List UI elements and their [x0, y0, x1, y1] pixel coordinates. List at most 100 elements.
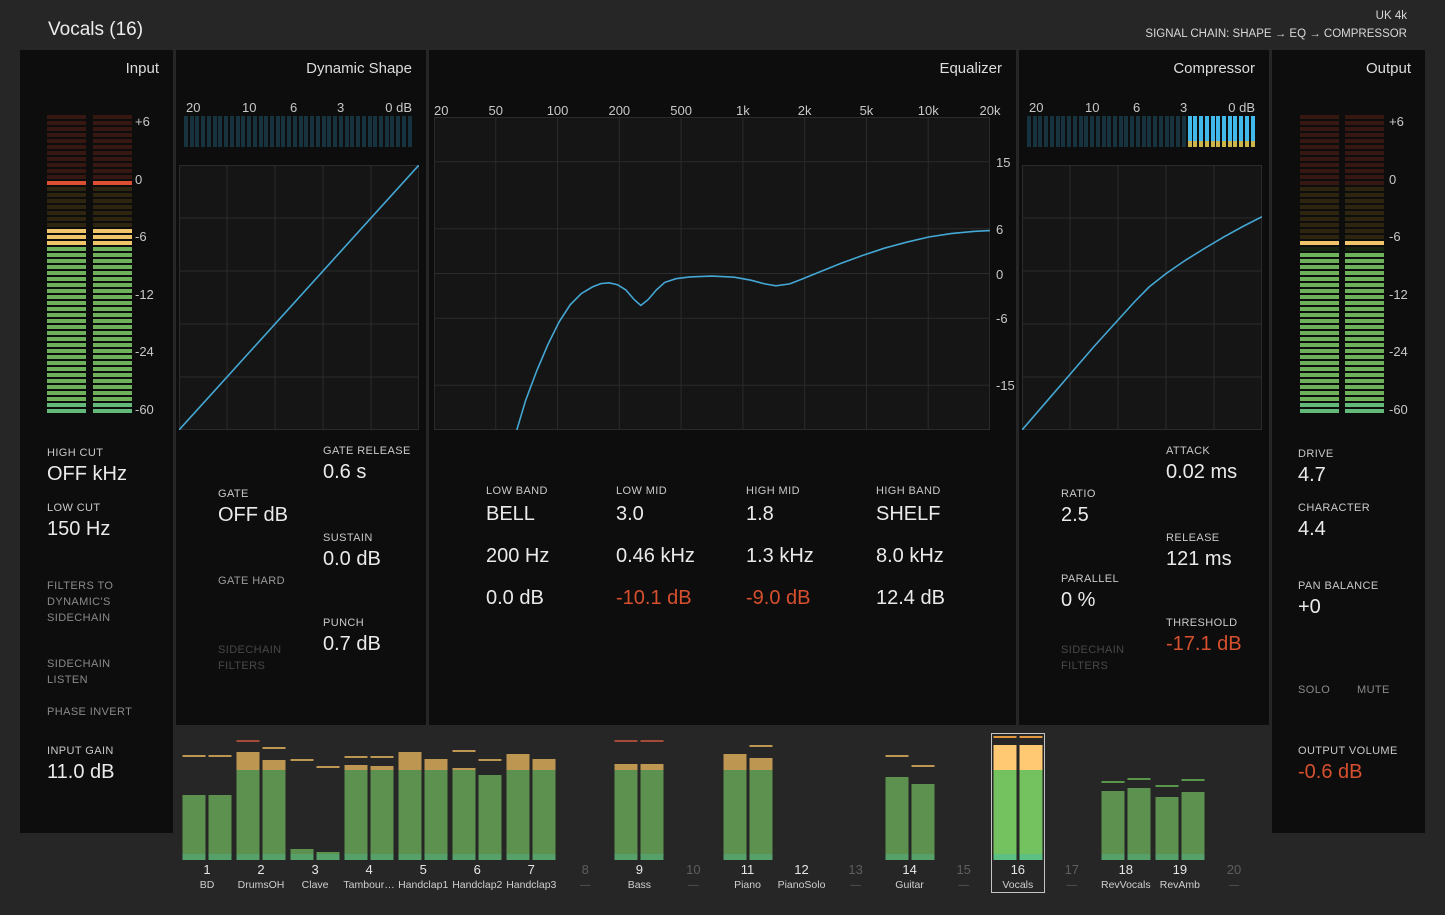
- eq-band-type[interactable]: BELL: [486, 503, 535, 526]
- output-volume-control[interactable]: OUTPUT VOLUME -0.6 dB: [1298, 745, 1398, 784]
- channel-number: 13: [848, 862, 863, 877]
- mixer-channel-16[interactable]: 16 Vocals: [990, 733, 1045, 893]
- mixer-channel-13[interactable]: 13 —: [829, 733, 883, 893]
- mixer-channel-5[interactable]: 5 Handclap1: [396, 733, 450, 893]
- eq-band-freq[interactable]: 200 Hz: [486, 545, 549, 568]
- mixer-channel-4[interactable]: 4 Tambour…: [342, 733, 396, 893]
- channel-name: Handclap1: [398, 879, 449, 891]
- eq-band-gain[interactable]: 12.4 dB: [876, 587, 945, 610]
- release-value[interactable]: 121 ms: [1166, 548, 1232, 571]
- channel-name: Clave: [301, 879, 329, 891]
- phase-invert-toggle[interactable]: PHASE INVERT: [47, 704, 157, 720]
- comp-sidechain-filters-toggle[interactable]: SIDECHAIN FILTERS: [1061, 642, 1133, 674]
- channel-title: Vocals (16): [48, 19, 144, 40]
- character-control[interactable]: CHARACTER 4.4: [1298, 502, 1370, 541]
- eq-band-type[interactable]: 3.0: [616, 503, 644, 526]
- mixer-channel-9[interactable]: 9 Bass: [612, 733, 666, 893]
- low-cut-value[interactable]: 150 Hz: [47, 518, 110, 541]
- mixer-channel-12[interactable]: 12 PianoSolo: [775, 733, 829, 893]
- mixer-channel-17[interactable]: 17 —: [1045, 733, 1099, 893]
- sustain-label: SUSTAIN: [323, 532, 373, 544]
- mixer-channel-20[interactable]: 20 —: [1207, 733, 1261, 893]
- channel-meter: [344, 735, 394, 860]
- channel-peak-indicator: [1101, 781, 1125, 783]
- mixer-channel-8[interactable]: 8—: [558, 733, 612, 893]
- eq-freq-label: 200: [608, 103, 631, 118]
- pan-balance-value[interactable]: +0: [1298, 596, 1379, 619]
- input-gain-control[interactable]: INPUT GAIN 11.0 dB: [47, 745, 114, 784]
- gr-scale-label: 3: [1180, 100, 1188, 115]
- high-cut-value[interactable]: OFF kHz: [47, 463, 127, 486]
- eq-band-gain[interactable]: -10.1 dB: [616, 587, 692, 610]
- punch-value[interactable]: 0.7 dB: [323, 633, 381, 656]
- mixer-channel-18[interactable]: 18 RevVocals: [1099, 733, 1153, 893]
- eq-band-type[interactable]: SHELF: [876, 503, 940, 526]
- eq-band-gain[interactable]: -9.0 dB: [746, 587, 810, 610]
- threshold-control[interactable]: THRESHOLD -17.1 dB: [1166, 617, 1242, 656]
- meter-scale-label: 0: [1389, 171, 1397, 187]
- mute-button[interactable]: MUTE: [1357, 682, 1390, 698]
- eq-band-type[interactable]: 1.8: [746, 503, 774, 526]
- drive-control[interactable]: DRIVE 4.7: [1298, 448, 1334, 487]
- eq-band-freq[interactable]: 1.3 kHz: [746, 545, 814, 568]
- gate-hard-toggle[interactable]: GATE HARD: [218, 573, 285, 589]
- pan-balance-label: PAN BALANCE: [1298, 580, 1379, 592]
- compressor-transfer-graph[interactable]: [1022, 165, 1262, 430]
- gate-release-control[interactable]: GATE RELEASE 0.6 s: [323, 445, 411, 484]
- mixer-channel-15[interactable]: 15 —: [937, 733, 991, 893]
- character-value[interactable]: 4.4: [1298, 518, 1370, 541]
- channel-number: 19: [1172, 862, 1188, 877]
- input-panel-title: Input: [125, 60, 159, 77]
- sustain-value[interactable]: 0.0 dB: [323, 548, 381, 571]
- channel-number: 11: [740, 862, 755, 877]
- gate-value[interactable]: OFF dB: [218, 504, 288, 527]
- sidechain-listen-toggle[interactable]: SIDECHAIN LISTEN: [47, 656, 119, 688]
- parallel-value[interactable]: 0 %: [1061, 589, 1119, 612]
- low-cut-control[interactable]: LOW CUT 150 Hz: [47, 502, 110, 541]
- ratio-control[interactable]: RATIO 2.5: [1061, 488, 1096, 527]
- gr-scale-label: 10: [242, 100, 257, 115]
- channel-peak-indicator: [208, 755, 232, 757]
- filters-to-sidechain-toggle[interactable]: FILTERS TO DYNAMIC'S SIDECHAIN: [47, 578, 129, 626]
- ratio-value[interactable]: 2.5: [1061, 504, 1096, 527]
- release-control[interactable]: RELEASE 121 ms: [1166, 532, 1232, 571]
- shape-sidechain-filters-toggle[interactable]: SIDECHAIN FILTERS: [218, 642, 290, 674]
- channel-name: Handclap3: [506, 879, 557, 891]
- solo-button[interactable]: SOLO: [1298, 682, 1330, 698]
- input-gain-value[interactable]: 11.0 dB: [47, 761, 114, 784]
- mixer-channel-1[interactable]: 1 BD: [180, 733, 234, 893]
- mixer-channel-10[interactable]: 10 —: [666, 733, 720, 893]
- pan-balance-control[interactable]: PAN BALANCE +0: [1298, 580, 1379, 619]
- output-volume-value[interactable]: -0.6 dB: [1298, 761, 1398, 784]
- channel-name: PianoSolo: [777, 879, 826, 891]
- high-cut-control[interactable]: HIGH CUT OFF kHz: [47, 447, 127, 486]
- eq-band-gain[interactable]: 0.0 dB: [486, 587, 544, 610]
- shape-transfer-graph[interactable]: [179, 165, 419, 430]
- mixer-channel-3[interactable]: 3 Clave: [288, 733, 342, 893]
- channel-peak-indicator: [640, 740, 664, 742]
- gate-release-value[interactable]: 0.6 s: [323, 461, 411, 484]
- output-volume-label: OUTPUT VOLUME: [1298, 745, 1398, 757]
- sustain-control[interactable]: SUSTAIN 0.0 dB: [323, 532, 381, 571]
- mixer-channel-19[interactable]: 19 RevAmb: [1153, 733, 1207, 893]
- gate-control[interactable]: GATE OFF dB: [218, 488, 288, 527]
- channel-name: —: [688, 879, 699, 891]
- mixer-channel-2[interactable]: 2 DrumsOH: [234, 733, 288, 893]
- eq-band-freq[interactable]: 0.46 kHz: [616, 545, 695, 568]
- drive-value[interactable]: 4.7: [1298, 464, 1334, 487]
- threshold-value[interactable]: -17.1 dB: [1166, 633, 1242, 656]
- attack-control[interactable]: ATTACK 0.02 ms: [1166, 445, 1237, 484]
- channel-number: 12: [794, 862, 809, 877]
- attack-value[interactable]: 0.02 ms: [1166, 461, 1237, 484]
- mixer-channel-7[interactable]: 7 Handclap3: [504, 733, 558, 893]
- signal-chain[interactable]: SIGNAL CHAIN: SHAPE → EQ → COMPRESSOR: [1145, 28, 1407, 40]
- mixer-channel-6[interactable]: 6 Handclap2: [450, 733, 504, 893]
- preset-name[interactable]: UK 4k: [1376, 10, 1407, 22]
- parallel-control[interactable]: PARALLEL 0 %: [1061, 573, 1119, 612]
- channel-name: —: [1228, 879, 1240, 891]
- eq-curve-graph[interactable]: [434, 117, 990, 430]
- mixer-channel-11[interactable]: 11 Piano: [721, 733, 775, 893]
- punch-control[interactable]: PUNCH 0.7 dB: [323, 617, 381, 656]
- eq-band-freq[interactable]: 8.0 kHz: [876, 545, 944, 568]
- mixer-channel-14[interactable]: 14 Guitar: [883, 733, 937, 893]
